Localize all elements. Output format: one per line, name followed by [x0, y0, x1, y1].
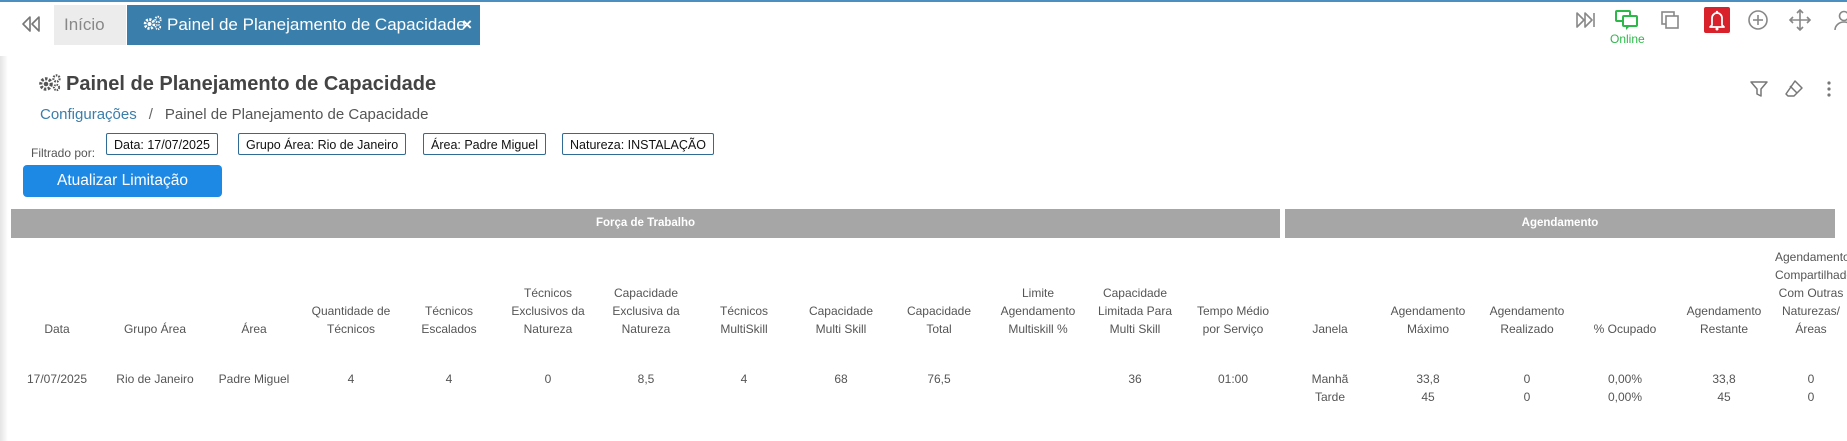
- col-header[interactable]: Agendamento Restante: [1678, 246, 1770, 338]
- col-header[interactable]: Técnicos MultiSkill: [701, 246, 787, 338]
- breadcrumb-link-configuracoes[interactable]: Configurações: [40, 106, 137, 123]
- col-header[interactable]: Capacidade Multi Skill: [798, 246, 884, 338]
- close-icon[interactable]: ×: [462, 5, 472, 45]
- tab-home[interactable]: Início: [54, 5, 126, 45]
- cell-capacity-limited: 36: [1128, 372, 1142, 386]
- update-limitation-button[interactable]: Atualizar Limitação: [23, 165, 222, 197]
- col-header[interactable]: Capacidade Exclusiva da Natureza: [601, 246, 691, 338]
- page-title-text: Painel de Planejamento de Capacidade: [66, 73, 437, 95]
- bell-icon[interactable]: [1704, 7, 1730, 33]
- cell-tech-multiskill: 4: [740, 372, 748, 386]
- col-header[interactable]: Tempo Médio por Serviço: [1188, 246, 1278, 338]
- cell-remaining: 45: [1717, 390, 1731, 404]
- cell-shared: 0: [1807, 390, 1815, 404]
- cell-capacity-total: 76,5: [927, 372, 951, 386]
- eraser-icon[interactable]: [1783, 78, 1805, 100]
- double-chevron-left-icon[interactable]: [18, 12, 44, 36]
- col-header[interactable]: Agendamento Compartilhado Com Outras Nat…: [1775, 246, 1847, 338]
- breadcrumb-separator: /: [148, 106, 153, 123]
- filter-chip-area-group[interactable]: Grupo Área: Rio de Janeiro: [238, 133, 407, 155]
- gears-icon: [38, 73, 66, 95]
- cell-area-group: Rio de Janeiro: [116, 372, 194, 386]
- forward-icon[interactable]: [1573, 8, 1597, 32]
- cell-data: 17/07/2025: [26, 372, 88, 386]
- col-header[interactable]: Data: [17, 246, 97, 338]
- cell-done: 0: [1523, 390, 1531, 404]
- cell-occupied: 0,00%: [1607, 372, 1643, 386]
- col-header[interactable]: Grupo Área: [106, 246, 204, 338]
- cell-avg-time: 01:00: [1217, 372, 1249, 386]
- user-icon[interactable]: [1832, 8, 1847, 32]
- copy-icon[interactable]: [1658, 8, 1682, 32]
- col-header[interactable]: Capacidade Limitada Para Multi Skill: [1090, 246, 1180, 338]
- filter-label: Filtrado por:: [31, 146, 96, 160]
- col-header[interactable]: Janela: [1290, 246, 1370, 338]
- tab-capacity-panel[interactable]: Painel de Planejamento de Capacidade ×: [127, 5, 480, 45]
- cell-done: 0: [1523, 372, 1531, 386]
- col-header[interactable]: % Ocupado: [1580, 246, 1670, 338]
- gears-icon: [143, 6, 163, 46]
- filter-chip-date[interactable]: Data: 17/07/2025: [106, 133, 218, 155]
- left-edge-shadow: [0, 56, 8, 441]
- filter-chip-nature[interactable]: Natureza: INSTALAÇÃO: [562, 133, 714, 155]
- cell-occupied: 0,00%: [1607, 390, 1643, 404]
- add-circle-icon[interactable]: [1746, 8, 1770, 32]
- cell-capacity-exclusive: 8,5: [637, 372, 655, 386]
- cell-max: 45: [1421, 390, 1435, 404]
- move-icon[interactable]: [1788, 8, 1812, 32]
- cell-tech-scheduled: 4: [445, 372, 453, 386]
- page-title: Painel de Planejamento de Capacidade: [38, 73, 436, 96]
- filter-chip-area[interactable]: Área: Padre Miguel: [423, 133, 547, 155]
- tab-label: Painel de Planejamento de Capacidade: [167, 15, 466, 34]
- breadcrumb: Configurações / Painel de Planejamento de …: [40, 106, 428, 123]
- group-header-scheduling: Agendamento: [1285, 209, 1835, 238]
- cell-area: Padre Miguel: [218, 372, 290, 386]
- cell-remaining: 33,8: [1712, 372, 1736, 386]
- online-status: Online: [1610, 32, 1645, 46]
- filter-icon[interactable]: [1748, 78, 1770, 100]
- col-header[interactable]: Limite Agendamento Multiskill %: [990, 246, 1086, 338]
- col-header[interactable]: Agendamento Máximo: [1383, 246, 1473, 338]
- col-header[interactable]: Técnicos Escalados: [406, 246, 492, 338]
- cell-tech-exclusive: 0: [544, 372, 552, 386]
- col-header[interactable]: Quantidade de Técnicos: [306, 246, 396, 338]
- col-header[interactable]: Agendamento Realizado: [1482, 246, 1572, 338]
- more-vertical-icon[interactable]: [1818, 78, 1840, 100]
- chat-icon[interactable]: [1614, 8, 1638, 32]
- breadcrumb-current: Painel de Planejamento de Capacidade: [164, 106, 429, 123]
- cell-window: Manhã: [1311, 372, 1349, 386]
- cell-window: Tarde: [1314, 390, 1346, 404]
- cell-tech-qty: 4: [347, 372, 355, 386]
- col-header[interactable]: Capacidade Total: [896, 246, 982, 338]
- col-header[interactable]: Área: [208, 246, 300, 338]
- cell-shared: 0: [1807, 372, 1815, 386]
- col-header[interactable]: Técnicos Exclusivos da Natureza: [504, 246, 592, 338]
- group-header-workforce: Força de Trabalho: [11, 209, 1280, 238]
- cell-capacity-multiskill: 68: [834, 372, 848, 386]
- cell-max: 33,8: [1416, 372, 1440, 386]
